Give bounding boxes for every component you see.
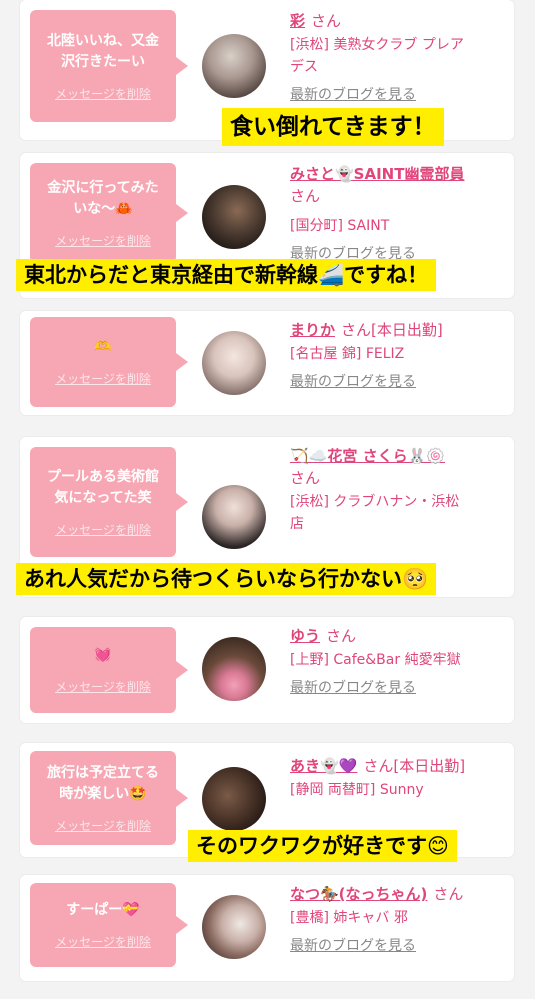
honorific: さん — [290, 469, 321, 487]
blog-link[interactable]: 最新のブログを見る — [290, 935, 510, 955]
delete-message-link[interactable]: メッセージを削除 — [55, 232, 151, 249]
blog-link[interactable]: 最新のブログを見る — [290, 677, 510, 697]
message-bubble: 💓 メッセージを削除 — [30, 627, 188, 713]
shop-name: [名古屋 錦] FELIZ — [290, 346, 405, 362]
message-text: 🫶 — [94, 339, 112, 355]
avatar[interactable] — [202, 485, 266, 549]
blog-link[interactable]: 最新のブログを見る — [290, 371, 510, 391]
message-bubble: 旅行は予定立てる 時が楽しい🤩 メッセージを削除 — [30, 751, 188, 845]
honorific: さん — [433, 885, 464, 903]
delete-message-link[interactable]: メッセージを削除 — [55, 678, 151, 695]
message-text: 💓 — [94, 647, 112, 663]
message-text: 北陸いいね、又金 沢行きたーい — [47, 32, 159, 70]
avatar[interactable] — [202, 331, 266, 395]
shop-name: [国分町] SAINT — [290, 218, 390, 234]
cast-name-link[interactable]: まりか — [290, 321, 335, 339]
message-text: 金沢に行ってみた いな〜🦀 — [47, 179, 159, 217]
caption-overlay: 食い倒れてきます！ — [222, 108, 444, 146]
caption-overlay: あれ人気だから待つくらいなら行かない🥺 — [16, 563, 437, 595]
message-card: すーぱー💝 メッセージを削除 なつ🏇(なっちゃん) さん [豊橋] 姉キャバ 邪 … — [20, 875, 514, 981]
cast-name-link[interactable]: 彩 — [290, 12, 305, 30]
shop-name: [上野] Cafe&Bar 純愛牢獄 — [290, 652, 461, 668]
avatar[interactable] — [202, 637, 266, 701]
delete-message-link[interactable]: メッセージを削除 — [55, 85, 151, 102]
message-card: 🫶 メッセージを削除 まりか さん[本日出勤] [名古屋 錦] FELIZ 最新の… — [20, 311, 514, 415]
caption-overlay: 東北からだと東京経由で新幹線🚄ですね！ — [16, 259, 437, 291]
avatar[interactable] — [202, 767, 266, 831]
cast-name-link[interactable]: なつ🏇(なっちゃん) — [290, 885, 427, 903]
message-card: 💓 メッセージを削除 ゆう さん [上野] Cafe&Bar 純愛牢獄 最新のブロ… — [20, 617, 514, 723]
message-text: すーぱー💝 — [66, 902, 140, 918]
delete-message-link[interactable]: メッセージを削除 — [55, 370, 151, 387]
caption-overlay: そのワクワクが好きです😊 — [188, 830, 457, 862]
delete-message-link[interactable]: メッセージを削除 — [55, 817, 151, 834]
avatar[interactable] — [202, 895, 266, 959]
cast-name-link[interactable]: ゆう — [290, 627, 320, 645]
shop-name: [浜松] クラブハナン・浜松 店 — [290, 494, 460, 532]
message-text: 旅行は予定立てる 時が楽しい🤩 — [47, 764, 159, 802]
shift-status: [本日出勤] — [371, 321, 443, 339]
shop-name: [豊橋] 姉キャバ 邪 — [290, 910, 408, 926]
honorific: さん — [341, 321, 372, 339]
cast-name-link[interactable]: みさと👻SAINT幽霊部員 — [290, 165, 464, 183]
message-bubble: 金沢に行ってみた いな〜🦀 メッセージを削除 — [30, 163, 188, 263]
cast-name-link[interactable]: 🏹☁️花宮 さくら🐰🍥 — [290, 447, 445, 465]
message-bubble: 🫶 メッセージを削除 — [30, 317, 188, 407]
honorific: さん — [311, 12, 342, 30]
message-text: プールある美術館 気になってた笑 — [47, 468, 159, 506]
delete-message-link[interactable]: メッセージを削除 — [55, 521, 151, 538]
honorific: さん — [363, 757, 394, 775]
message-bubble: すーぱー💝 メッセージを削除 — [30, 883, 188, 967]
avatar[interactable] — [202, 34, 266, 98]
avatar[interactable] — [202, 185, 266, 249]
delete-message-link[interactable]: メッセージを削除 — [55, 933, 151, 950]
shop-name: [静岡 両替町] Sunny — [290, 782, 424, 798]
shop-name: [浜松] 美熟女クラブ プレア デス — [290, 37, 464, 75]
blog-link[interactable]: 最新のブログを見る — [290, 84, 510, 104]
message-bubble: 北陸いいね、又金 沢行きたーい メッセージを削除 — [30, 10, 188, 122]
honorific: さん — [290, 187, 321, 205]
honorific: さん — [326, 627, 357, 645]
cast-name-link[interactable]: あき👻💜 — [290, 757, 357, 775]
shift-status: [本日出勤] — [393, 757, 466, 775]
message-bubble: プールある美術館 気になってた笑 メッセージを削除 — [30, 447, 188, 557]
